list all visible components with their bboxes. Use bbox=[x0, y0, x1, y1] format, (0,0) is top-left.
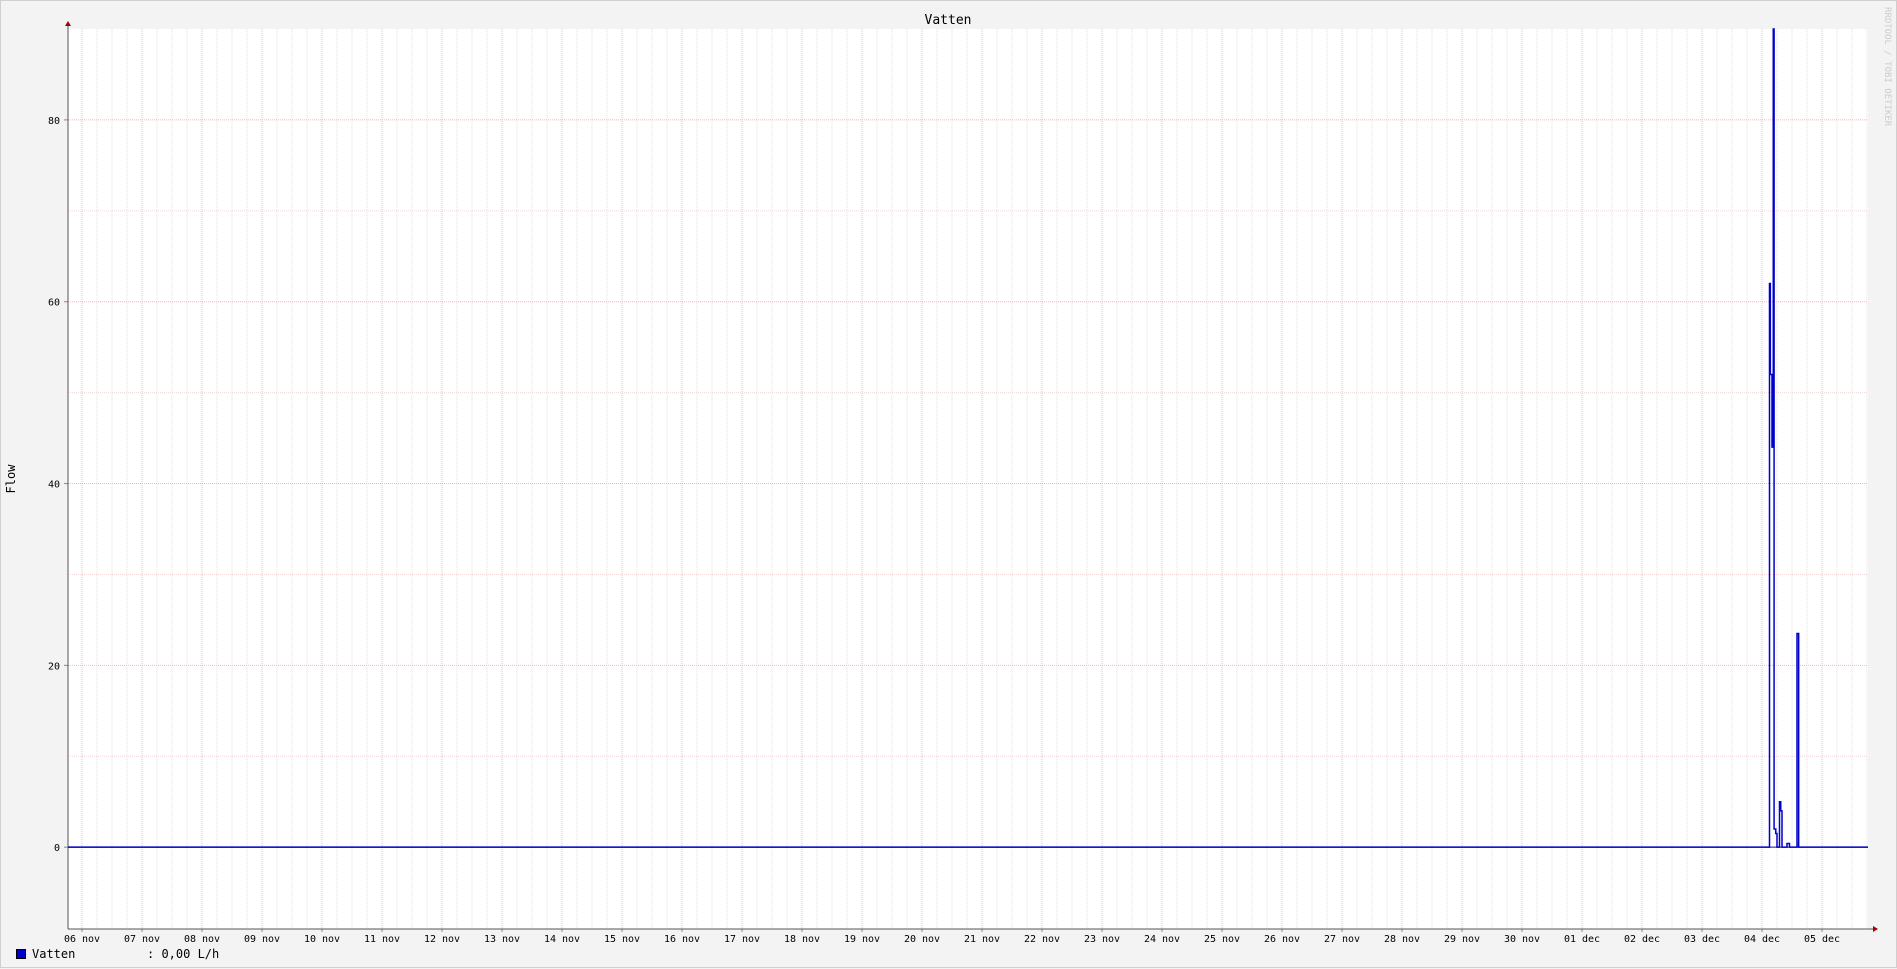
x-tick-label: 06 nov bbox=[64, 934, 100, 945]
y-tick-label: 20 bbox=[48, 661, 60, 672]
x-tick-label: 27 nov bbox=[1324, 934, 1360, 945]
chart-canvas: 06 nov 07 nov 08 nov 09 nov 10 nov 11 nov 12 n… bbox=[1, 1, 1897, 969]
x-tick-label: 07 nov bbox=[124, 934, 160, 945]
legend-label: Vatten bbox=[32, 947, 147, 961]
y-axis-label: Flow bbox=[4, 464, 18, 494]
x-tick-label: 01 dec bbox=[1564, 934, 1600, 945]
x-tick-label: 23 nov bbox=[1084, 934, 1120, 945]
x-tick-label: 28 nov bbox=[1384, 934, 1420, 945]
x-tick-label: 16 nov bbox=[664, 934, 700, 945]
legend-swatch-vatten bbox=[16, 949, 26, 959]
x-tick-label: 30 nov bbox=[1504, 934, 1540, 945]
y-tick-label: 60 bbox=[48, 298, 60, 309]
x-tick-label: 03 dec bbox=[1684, 934, 1720, 945]
x-tick-label: 22 nov bbox=[1024, 934, 1060, 945]
x-tick-label: 14 nov bbox=[544, 934, 580, 945]
x-tick-label: 10 nov bbox=[304, 934, 340, 945]
x-tick-label: 08 nov bbox=[184, 934, 220, 945]
x-tick-label: 18 nov bbox=[784, 934, 820, 945]
x-tick-label: 12 nov bbox=[424, 934, 460, 945]
x-tick-label: 20 nov bbox=[904, 934, 940, 945]
y-tick-label: 80 bbox=[48, 116, 60, 127]
y-tick-label: 0 bbox=[54, 843, 60, 854]
x-tick-label: 19 nov bbox=[844, 934, 880, 945]
x-tick-label: 05 dec bbox=[1804, 934, 1840, 945]
legend: Vatten : 0,00 L/h bbox=[16, 947, 219, 961]
x-tick-label: 24 nov bbox=[1144, 934, 1180, 945]
chart-title: Vatten bbox=[925, 13, 972, 28]
x-tick-label: 26 nov bbox=[1264, 934, 1300, 945]
x-tick-label: 04 dec bbox=[1744, 934, 1780, 945]
x-tick-label: 02 dec bbox=[1624, 934, 1660, 945]
x-tick-label: 21 nov bbox=[964, 934, 1000, 945]
plot-area bbox=[68, 29, 1868, 929]
x-tick-label: 13 nov bbox=[484, 934, 520, 945]
legend-value: : 0,00 L/h bbox=[147, 947, 219, 961]
x-tick-label: 17 nov bbox=[724, 934, 760, 945]
x-axis-arrow bbox=[1873, 926, 1878, 932]
watermark: RRDTOOL / TOBI OETIKER bbox=[1882, 7, 1892, 127]
x-tick-label: 09 nov bbox=[244, 934, 280, 945]
x-tick-label: 11 nov bbox=[364, 934, 400, 945]
x-tick-label: 25 nov bbox=[1204, 934, 1240, 945]
chart-frame: 06 nov 07 nov 08 nov 09 nov 10 nov 11 nov 12 n… bbox=[0, 0, 1897, 968]
x-tick-label: 15 nov bbox=[604, 934, 640, 945]
y-axis-arrow bbox=[65, 21, 71, 26]
x-tick-label: 29 nov bbox=[1444, 934, 1480, 945]
y-tick-label: 40 bbox=[48, 480, 60, 491]
